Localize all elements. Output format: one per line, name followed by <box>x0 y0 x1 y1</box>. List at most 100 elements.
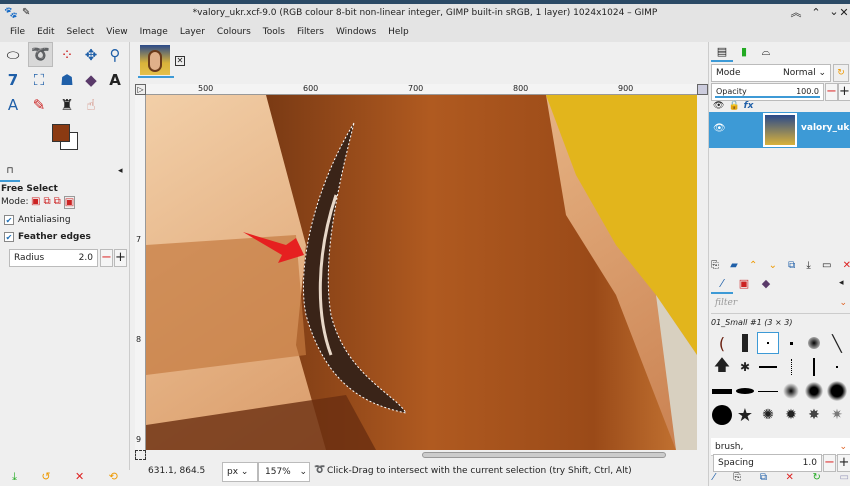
brush-item[interactable] <box>780 380 802 402</box>
brush-item[interactable] <box>757 380 779 402</box>
mode-subtract-icon[interactable]: ⧉ <box>54 196 61 209</box>
brush-item[interactable]: ✱ <box>734 356 756 378</box>
brush-item[interactable] <box>711 380 733 402</box>
duplicate-layer-icon[interactable]: ⧉ <box>788 260 795 271</box>
pin-icon[interactable]: ✎ <box>22 4 30 22</box>
opacity-field[interactable]: Opacity 100.0 <box>711 83 824 101</box>
move-tool-icon[interactable]: ✥ <box>80 44 102 66</box>
radius-increase-button[interactable]: + <box>114 249 127 267</box>
quick-mask-menu-icon[interactable]: ▷ <box>135 84 146 95</box>
brush-item[interactable] <box>826 356 848 378</box>
zoom-fit-icon[interactable] <box>697 84 708 95</box>
image-tab[interactable] <box>138 44 174 78</box>
brushes-tab-icon[interactable]: ⁄ <box>711 274 733 294</box>
radius-decrease-button[interactable]: − <box>100 249 113 267</box>
delete-brush-icon[interactable]: ✕ <box>786 472 794 483</box>
fonts-tab-icon[interactable]: ◆ <box>755 274 777 294</box>
radius-field[interactable]: Radius 2.0 <box>9 249 98 267</box>
delete-tool-preset-icon[interactable]: ✕ <box>75 470 84 484</box>
menu-image[interactable]: Image <box>134 22 174 42</box>
lower-layer-icon[interactable]: ⌄ <box>769 260 777 271</box>
brush-item[interactable] <box>734 332 756 354</box>
menu-filters[interactable]: Filters <box>291 22 330 42</box>
menu-windows[interactable]: Windows <box>330 22 382 42</box>
brush-item[interactable]: ✸ <box>803 404 825 426</box>
feather-edges-checkbox[interactable]: ✔ Feather edges <box>4 232 91 242</box>
fuzzy-select-tool-icon[interactable]: ⁘ <box>56 44 78 66</box>
opacity-decrease-button[interactable]: − <box>825 83 838 101</box>
merge-layer-icon[interactable]: ⤓ <box>806 260 810 271</box>
new-layer-icon[interactable]: ⎘ <box>711 260 719 271</box>
transform-tool-icon[interactable]: 7 <box>2 69 24 91</box>
brush-item[interactable] <box>803 356 825 378</box>
edit-brush-icon[interactable]: ⁄ <box>713 472 715 483</box>
mode-add-icon[interactable]: ⧉ <box>43 196 50 209</box>
channels-tab-icon[interactable]: ▮ <box>733 42 755 62</box>
mode-replace-icon[interactable]: ▣ <box>31 196 40 209</box>
rect-select-tool-icon[interactable]: ⬭ <box>2 44 24 66</box>
layer-mode-select[interactable]: Mode Normal ⌄ <box>711 64 831 82</box>
smudge-tool-icon[interactable]: ☝ <box>80 94 102 116</box>
brush-item[interactable] <box>826 380 848 402</box>
mask-layer-icon[interactable]: ▭ <box>822 260 831 271</box>
brush-item[interactable]: 🡅 <box>711 355 733 378</box>
close-icon[interactable]: ✕ <box>838 4 850 22</box>
menu-tools[interactable]: Tools <box>257 22 291 42</box>
ink-tool-icon[interactable]: A <box>2 94 24 116</box>
composite-mode-icon[interactable]: ↻ <box>833 64 849 82</box>
brush-item[interactable]: ( <box>711 332 733 354</box>
brush-item[interactable]: ╲ <box>826 332 848 354</box>
paintbrush-tool-icon[interactable]: ✎ <box>28 94 50 116</box>
paths-tab-icon[interactable]: ⌓ <box>755 42 777 62</box>
brush-item[interactable]: ★ <box>734 404 756 426</box>
raise-layer-icon[interactable]: ⌃ <box>749 260 757 271</box>
new-brush-icon[interactable]: ⎘ <box>733 472 741 483</box>
brush-item[interactable]: ✺ <box>757 404 779 426</box>
reset-tool-options-icon[interactable]: ⟲ <box>109 470 118 484</box>
brush-item[interactable] <box>780 332 802 354</box>
layers-tab-icon[interactable]: ▤ <box>711 42 733 62</box>
spacing-decrease-button[interactable]: − <box>823 454 836 472</box>
menu-select[interactable]: Select <box>61 22 101 42</box>
spacing-field[interactable]: Spacing 1.0 <box>713 454 822 472</box>
bucket-fill-tool-icon[interactable]: ◆ <box>80 69 102 91</box>
brush-item-selected[interactable] <box>757 332 779 354</box>
brush-item[interactable] <box>803 380 825 402</box>
image-canvas[interactable] <box>146 95 697 450</box>
delete-layer-icon[interactable]: ✕ <box>843 260 850 271</box>
save-tool-preset-icon[interactable]: ⤓ <box>12 470 17 484</box>
paths-tool-icon[interactable]: ⚲ <box>104 44 126 66</box>
eye-icon[interactable]: 👁 <box>713 123 726 134</box>
menu-layer[interactable]: Layer <box>174 22 211 42</box>
duplicate-brush-icon[interactable]: ⧉ <box>760 472 767 483</box>
brush-grid[interactable]: ( ╲ 🡅 ✱ ★ ✺ ✹ ✸ ✷ <box>711 330 850 438</box>
foreground-color-swatch[interactable] <box>52 124 70 142</box>
panel-menu-icon[interactable]: ◂ <box>839 278 844 288</box>
tool-options-tab-icon[interactable]: ⊓ <box>0 162 20 182</box>
brush-item[interactable] <box>734 380 756 402</box>
close-tab-icon[interactable]: ✕ <box>175 56 185 66</box>
menu-view[interactable]: View <box>100 22 133 42</box>
menu-edit[interactable]: Edit <box>31 22 60 42</box>
clone-tool-icon[interactable]: ♜ <box>56 94 78 116</box>
brush-item[interactable] <box>757 356 779 378</box>
new-layer-group-icon[interactable]: ▰ <box>730 260 738 271</box>
maximize-icon[interactable]: ⌃ <box>806 4 826 22</box>
antialiasing-checkbox[interactable]: ✔ Antialiasing <box>4 215 71 225</box>
brush-item[interactable]: ✹ <box>780 404 802 426</box>
brush-item[interactable] <box>803 332 825 354</box>
zoom-select[interactable]: 157% ⌄ <box>258 462 310 482</box>
panel-menu-icon[interactable]: ◂ <box>118 166 123 176</box>
opacity-increase-button[interactable]: + <box>838 83 850 101</box>
brush-item[interactable]: ✷ <box>826 404 848 426</box>
restore-tool-preset-icon[interactable]: ↺ <box>41 470 50 484</box>
free-select-tool-icon[interactable]: ➰ <box>28 42 53 67</box>
brush-item[interactable] <box>711 404 733 426</box>
navigate-icon[interactable] <box>135 450 146 460</box>
keep-above-icon[interactable]: ︽ <box>786 4 806 22</box>
text-tool-icon[interactable]: A <box>104 69 126 91</box>
mode-intersect-icon[interactable]: ▣ <box>63 196 76 209</box>
menu-help[interactable]: Help <box>382 22 415 42</box>
brush-item[interactable] <box>780 356 802 378</box>
spacing-increase-button[interactable]: + <box>837 454 850 472</box>
